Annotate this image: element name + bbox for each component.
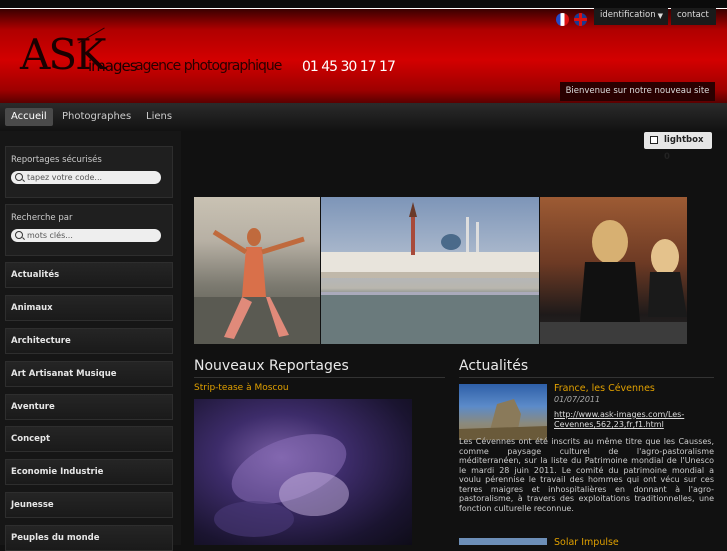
chevron-down-icon: ▼ [657,12,663,20]
search-icon [15,173,23,181]
secure-code-input[interactable]: tapez votre code... [11,171,161,184]
news-item-link[interactable]: http://www.ask-images.com/Les-Cevennes,5… [554,410,714,430]
divider [459,377,714,378]
tab-photographes[interactable]: Photographes [56,108,137,126]
secure-code-placeholder: tapez votre code... [27,173,103,182]
category-item[interactable]: Aventure [5,394,173,420]
logo-images[interactable]: images [88,57,138,75]
identification-button[interactable]: identification ▼ [594,8,668,25]
news-thumbnail[interactable] [459,384,547,440]
report-thumbnail[interactable] [194,399,412,545]
search-icon [15,231,23,239]
search-box: Recherche par mots clés... [5,204,173,256]
dancer-illustration [194,228,320,344]
kremlin-illustration [321,202,539,344]
secure-reports-box: Reportages sécurisés tapez votre code... [5,146,173,198]
sidebar: Reportages sécurisés tapez votre code...… [0,131,181,551]
news-item-title[interactable]: Solar Impulse [554,537,619,548]
category-item[interactable]: Peuples du monde [5,525,173,551]
report-link[interactable]: Strip-tease à Moscou [194,383,289,393]
news-item-date: 01/07/2011 [554,395,601,404]
hero-photo-girls[interactable] [540,197,687,344]
lightbox-icon [650,136,658,144]
category-item[interactable]: Actualités [5,262,173,288]
keyword-search-placeholder: mots clés... [27,231,73,240]
french-flag-icon[interactable] [556,13,569,26]
news-thumbnail[interactable] [459,538,547,545]
news-item-body: Les Cévennes ont été inscrits au même ti… [459,437,714,513]
divider [194,377,445,378]
reports-section-title: Nouveaux Reportages [194,358,349,374]
contact-button[interactable]: contact [671,8,716,25]
tab-accueil[interactable]: Accueil [5,108,53,126]
hero-photo-kremlin[interactable] [321,197,539,344]
category-item[interactable]: Art Artisanat Musique [5,361,173,387]
category-item[interactable]: Economie Industrie [5,459,173,485]
main-nav: Accueil Photographes Liens [0,103,727,132]
identification-label: identification [600,10,656,20]
search-title: Recherche par [11,213,73,223]
news-section-title: Actualités [459,358,529,374]
category-item[interactable]: Concept [5,426,173,452]
category-item[interactable]: Animaux [5,295,173,321]
cevennes-illustration [459,399,547,440]
category-item[interactable]: Architecture [5,328,173,354]
girls-illustration [540,220,687,344]
lightbox-button[interactable]: lightbox 0 [644,132,712,162]
news-item-title[interactable]: France, les Cévennes [554,383,655,394]
english-flag-icon[interactable] [574,13,587,26]
phone-number: 01 45 30 17 17 [302,59,396,75]
secure-reports-title: Reportages sécurisés [11,155,102,165]
report-photo-illustration [214,434,349,537]
keyword-search-input[interactable]: mots clés... [11,229,161,242]
category-item[interactable]: Jeunesse [5,492,173,518]
hero-photo-dancer[interactable] [194,197,320,344]
tab-liens[interactable]: Liens [140,108,178,126]
logo-tagline: agence photographique [135,58,282,74]
welcome-banner: Bienvenue sur notre nouveau site [560,82,715,101]
